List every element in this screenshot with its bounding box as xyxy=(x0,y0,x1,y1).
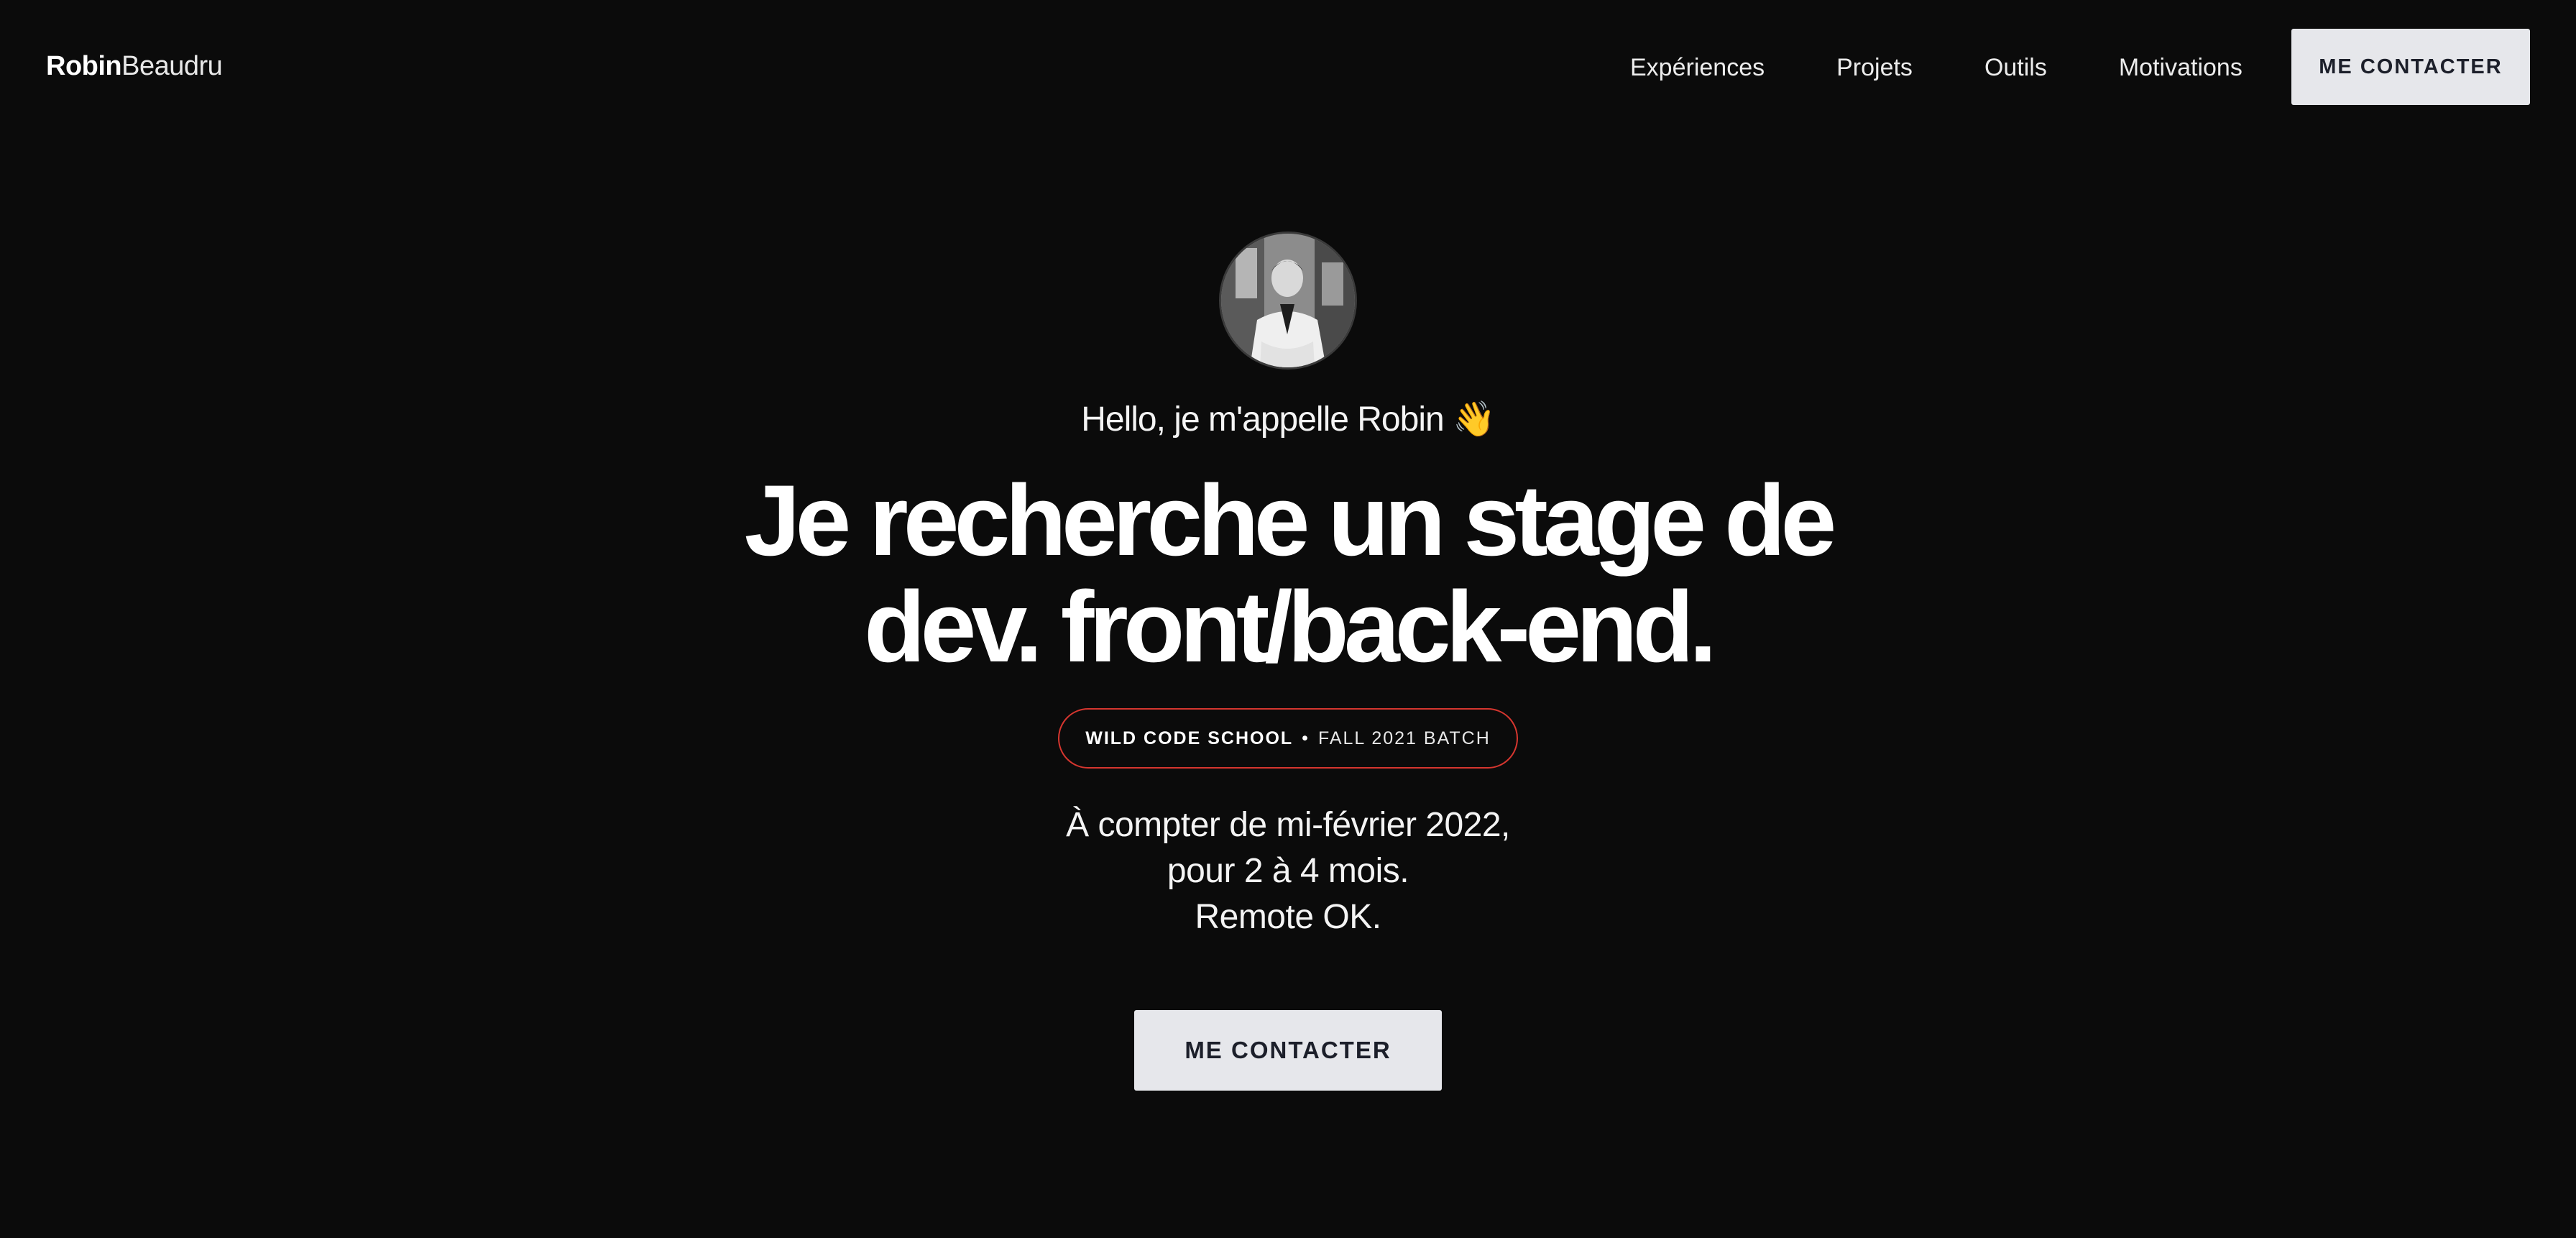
nav-link-experiences[interactable]: Expériences xyxy=(1630,52,1765,83)
hero-headline: Je recherche un stage de dev. front/back… xyxy=(0,467,2576,680)
school-badge: WILD CODE SCHOOL • FALL 2021 BATCH xyxy=(1058,708,1518,769)
details-line-2: pour 2 à 4 mois. xyxy=(1167,852,1409,890)
logo-first-name: Robin xyxy=(46,51,122,81)
details-line-3: Remote OK. xyxy=(1195,898,1381,936)
availability-details: À compter de mi-février 2022, pour 2 à 4… xyxy=(0,802,2576,940)
badge-batch: FALL 2021 BATCH xyxy=(1317,728,1491,748)
hero-contact-button[interactable]: ME CONTACTER xyxy=(1134,1010,1442,1091)
nav-link-motivations[interactable]: Motivations xyxy=(2119,52,2242,83)
site-logo[interactable]: RobinBeaudru xyxy=(46,49,223,83)
nav-link-projets[interactable]: Projets xyxy=(1836,52,1913,83)
headline-line-1: Je recherche un stage de xyxy=(744,464,1837,577)
badge-school: WILD CODE SCHOOL xyxy=(1085,728,1294,748)
nav-link-outils[interactable]: Outils xyxy=(1984,52,2047,83)
page: RobinBeaudru Expériences Projets Outils … xyxy=(0,0,2576,1238)
main-nav: Expériences Projets Outils Motivations xyxy=(1630,52,2242,83)
avatar xyxy=(1219,231,1357,370)
greeting-text: Hello, je m'appelle Robin 👋 xyxy=(1081,400,1496,439)
avatar-photo xyxy=(1221,234,1355,367)
badge-separator: • xyxy=(1302,728,1310,748)
headline-line-2: dev. front/back-end. xyxy=(864,570,1717,683)
header-contact-button[interactable]: ME CONTACTER xyxy=(2291,29,2530,105)
logo-last-name: Beaudru xyxy=(121,51,223,81)
details-line-1: À compter de mi-février 2022, xyxy=(1066,806,1510,844)
